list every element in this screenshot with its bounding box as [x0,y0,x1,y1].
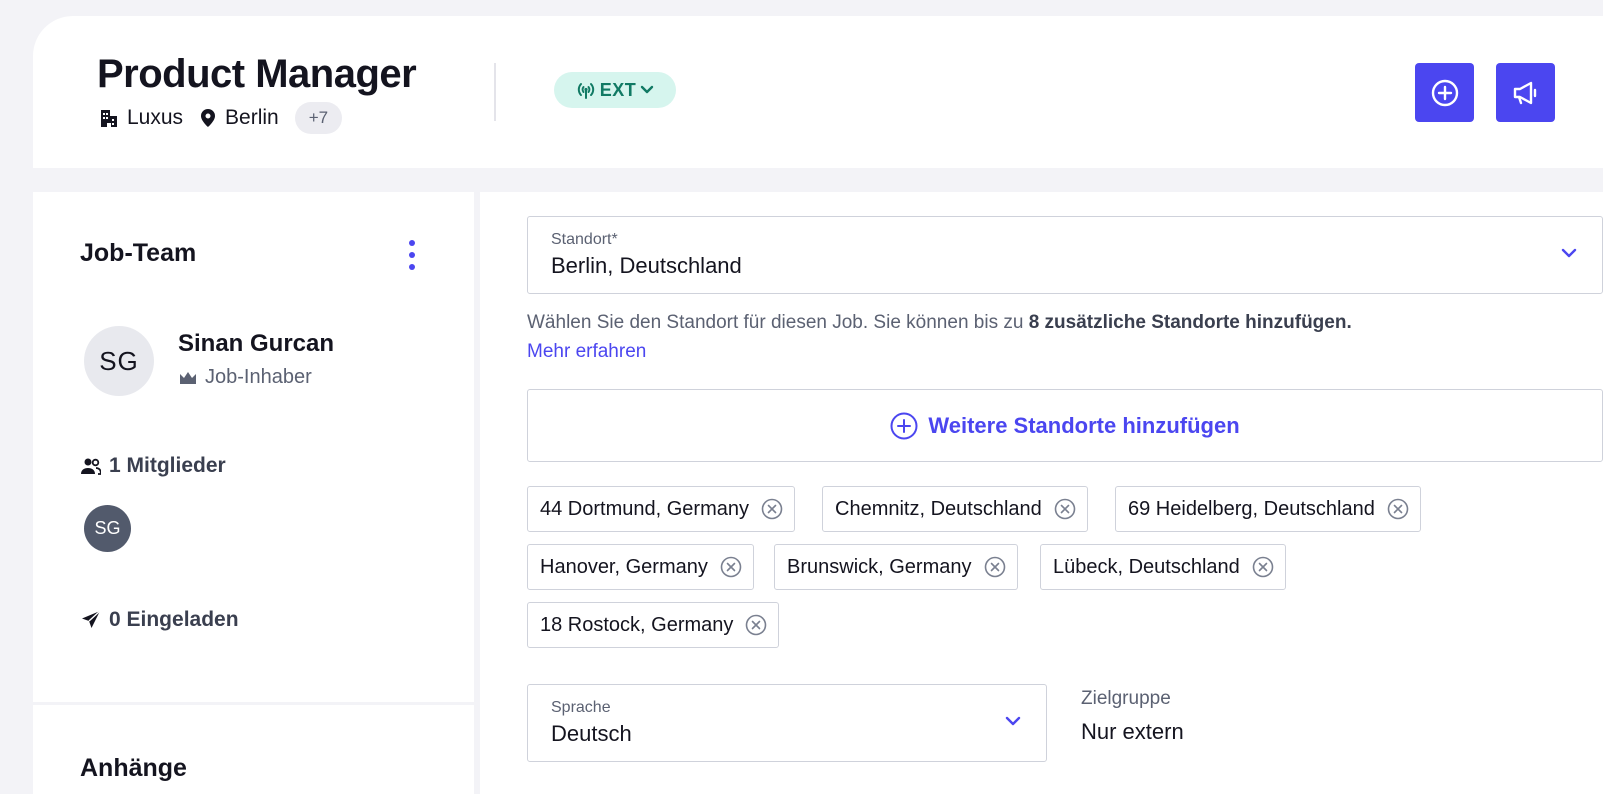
chevron-down-icon [1005,716,1021,726]
location-chip: Brunswick, Germany [774,544,1018,590]
location-chip: Hanover, Germany [527,544,754,590]
attachments-title: Anhänge [80,754,187,782]
company-name: Luxus [127,106,184,129]
chip-label: 18 Rostock, Germany [540,613,734,636]
invited-count: 0 Eingeladen [109,608,239,631]
add-locations-button[interactable]: Weitere Standorte hinzufügen [527,389,1603,462]
language-label: Sprache [551,699,611,716]
owner-avatar: SG [84,326,154,396]
remove-circle-icon[interactable] [1054,498,1076,520]
help-text: Wählen Sie den Standort für diesen Job. … [527,312,1029,333]
members-heading: 1 Mitglieder [81,454,226,478]
more-options-icon[interactable] [407,240,417,270]
add-button[interactable] [1415,63,1474,122]
crown-icon [180,371,196,384]
visibility-label: EXT [599,79,637,100]
job-team-title: Job-Team [80,239,197,267]
job-details-form: Standort* Berlin, Deutschland Wählen Sie… [480,192,1603,794]
chip-label: Brunswick, Germany [787,555,972,578]
remove-circle-icon[interactable] [761,498,783,520]
visibility-dropdown[interactable]: EXT [554,72,676,108]
audience-value: Nur extern [1081,719,1184,744]
owner-role: Job-Inhaber [179,366,312,389]
location-value: Berlin, Deutschland [551,253,742,278]
plus-circle-icon [1431,79,1458,106]
chip-label: Lübeck, Deutschland [1053,555,1240,578]
owner-name: Sinan Gurcan [178,330,335,357]
add-locations-label: Weitere Standorte hinzufügen [928,412,1240,438]
paper-plane-icon [82,610,101,628]
announce-button[interactable] [1496,63,1555,122]
chip-label: Chemnitz, Deutschland [835,497,1042,520]
location-name: Berlin [225,106,279,129]
invited-heading: 0 Eingeladen [81,608,239,632]
remove-circle-icon[interactable] [984,556,1006,578]
language-select[interactable]: Sprache Deutsch [527,684,1047,762]
members-count: 1 Mitglieder [109,454,226,477]
chip-label: 44 Dortmund, Germany [540,497,749,520]
audience-label: Zielgruppe [1081,688,1171,709]
location-info: Berlin [199,106,279,130]
job-meta: Luxus Berlin +7 [99,102,343,134]
location-help: Wählen Sie den Standort für diesen Job. … [527,308,1603,366]
chevron-down-icon [641,85,654,94]
job-header: Product Manager Luxus Berlin +7 EXT [33,16,1603,168]
chevron-down-icon [1561,248,1577,258]
location-chip: 44 Dortmund, Germany [527,486,795,532]
help-bold: 8 zusätzliche Standorte hinzufügen. [1028,312,1352,333]
plus-circle-icon [890,412,918,439]
page-title: Product Manager [97,52,417,96]
language-value: Deutsch [551,721,632,746]
broadcast-icon [577,83,594,99]
location-chip: 69 Heidelberg, Deutschland [1115,486,1421,532]
company-info: Luxus [99,106,183,130]
location-chip: Lübeck, Deutschland [1040,544,1286,590]
building-icon [101,110,117,127]
remove-circle-icon[interactable] [720,556,742,578]
remove-circle-icon[interactable] [1387,498,1409,520]
member-avatar[interactable]: SG [84,505,131,552]
sidebar-divider [33,702,474,705]
more-locations-badge[interactable]: +7 [294,102,343,134]
location-chip: 18 Rostock, Germany [527,602,780,648]
remove-circle-icon[interactable] [1252,556,1274,578]
location-label: Standort* [551,231,618,248]
users-icon [81,458,101,475]
map-pin-icon [201,109,216,127]
owner-role-label: Job-Inhaber [205,366,312,388]
job-team-panel: Job-Team SG Sinan Gurcan Job-Inhaber 1 M… [33,192,474,794]
header-divider [494,63,496,121]
megaphone-icon [1513,81,1536,104]
location-select[interactable]: Standort* Berlin, Deutschland [527,216,1603,294]
location-chip: Chemnitz, Deutschland [822,486,1088,532]
chip-label: Hanover, Germany [540,555,708,578]
learn-more-link[interactable]: Mehr erfahren [527,341,646,362]
remove-circle-icon[interactable] [745,614,767,636]
chip-label: 69 Heidelberg, Deutschland [1128,497,1375,520]
